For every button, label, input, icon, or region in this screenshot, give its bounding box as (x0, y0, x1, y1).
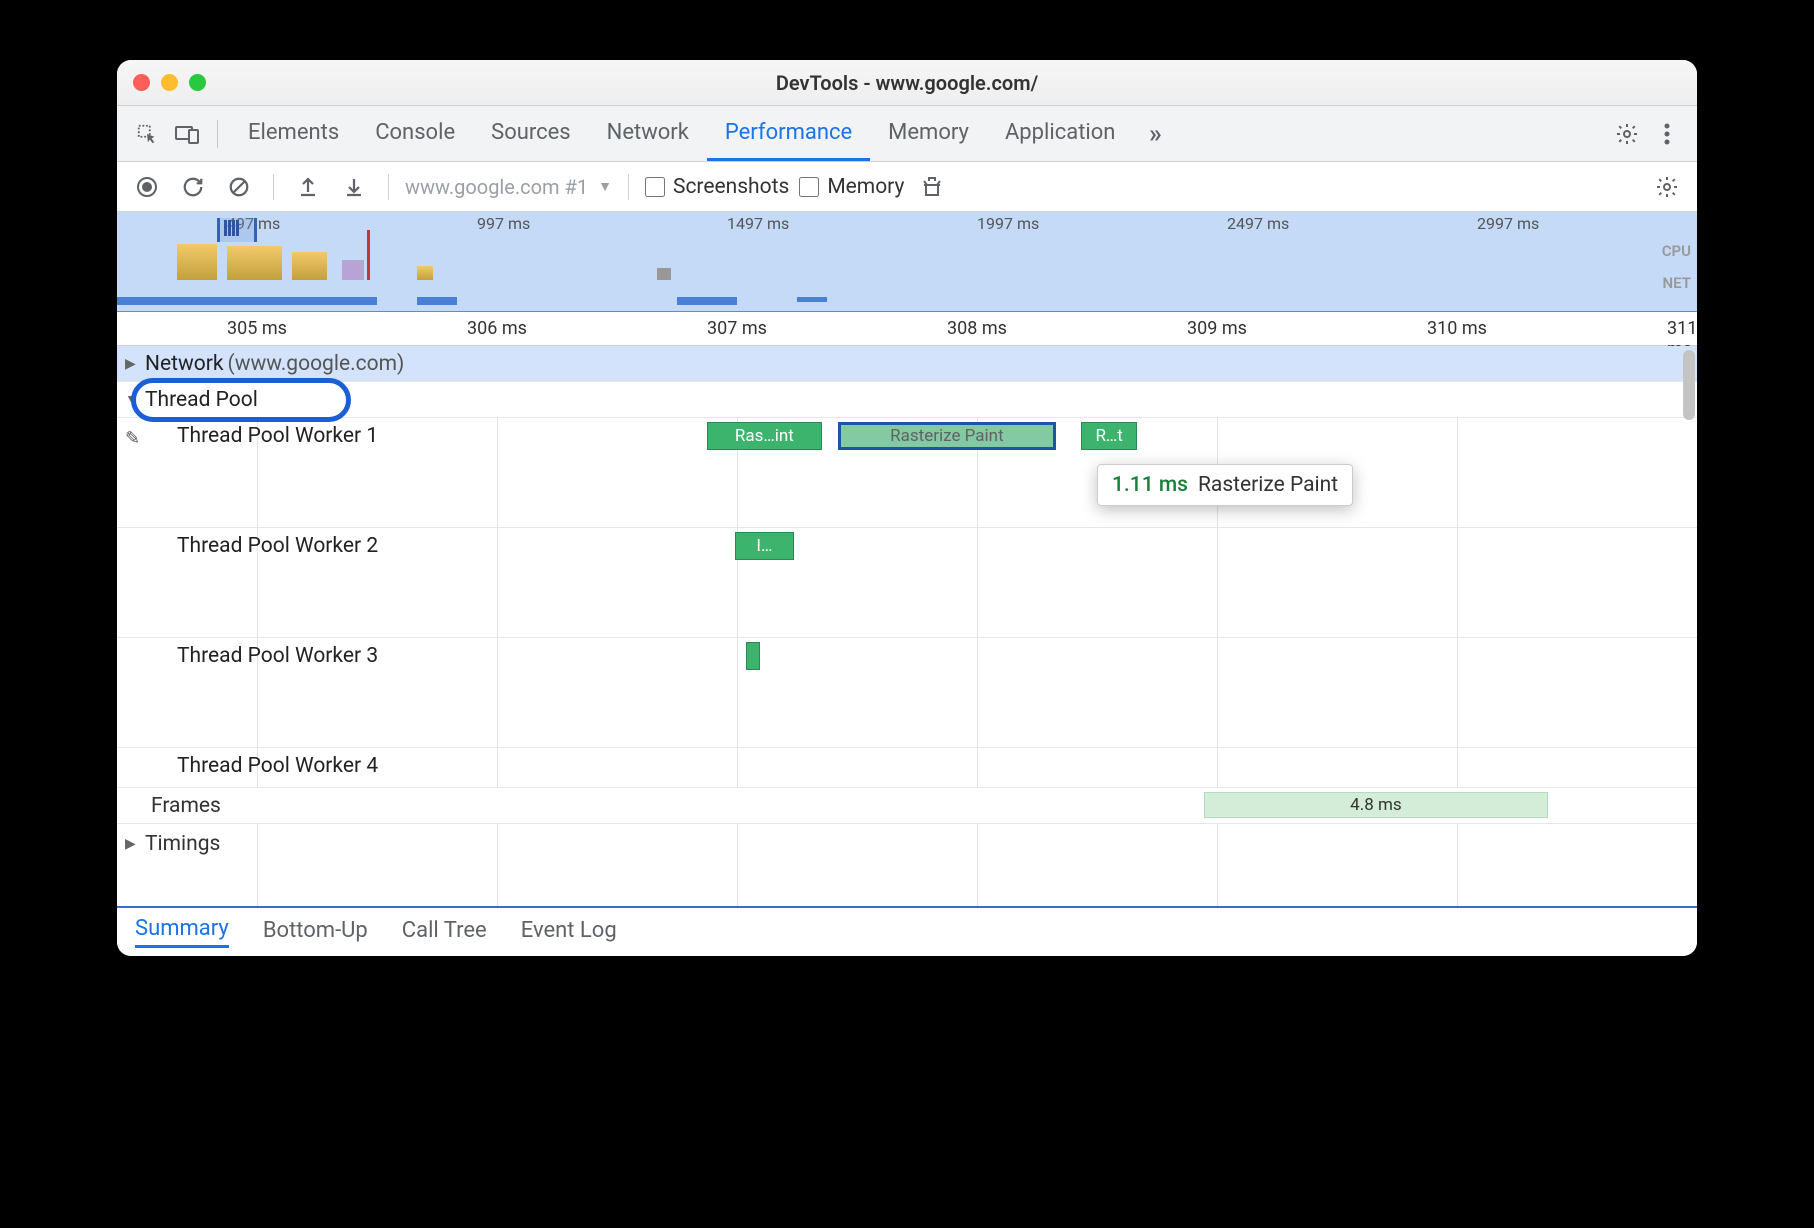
memory-checkbox-input[interactable] (799, 177, 819, 197)
network-track-header[interactable]: ▶ Network (www.google.com) (117, 346, 1697, 382)
screenshots-checkbox-input[interactable] (645, 177, 665, 197)
garbage-collect-icon[interactable] (914, 169, 950, 205)
flamechart-area[interactable]: ▶ Network (www.google.com) ▼ Thread Pool… (117, 346, 1697, 906)
tab-network[interactable]: Network (589, 106, 707, 161)
event-tooltip: 1.11 ms Rasterize Paint (1097, 464, 1353, 506)
threadpool-label: Thread Pool (145, 388, 258, 412)
download-profile-icon[interactable] (336, 169, 372, 205)
worker-lane[interactable]: Thread Pool Worker 4 (117, 748, 1697, 788)
settings-gear-icon[interactable] (1609, 116, 1645, 152)
ruler-tick: 305 ms (227, 318, 287, 339)
flamechart-ruler[interactable]: 305 ms306 ms307 ms308 ms309 ms310 ms311 … (117, 312, 1697, 346)
overview-cpu-label: CPU (1662, 242, 1691, 260)
tab-console[interactable]: Console (357, 106, 473, 161)
screenshots-checkbox[interactable]: Screenshots (645, 175, 789, 199)
ruler-tick: 307 ms (707, 318, 767, 339)
overview-tick: 1497 ms (727, 214, 789, 233)
memory-checkbox[interactable]: Memory (799, 175, 904, 199)
screenshots-label: Screenshots (673, 175, 789, 199)
details-tabs: Summary Bottom-Up Call Tree Event Log (117, 906, 1697, 956)
worker-label: Thread Pool Worker 4 (177, 754, 378, 778)
window-title: DevTools - www.google.com/ (117, 71, 1697, 95)
details-tab-summary[interactable]: Summary (135, 916, 229, 948)
separator (217, 120, 218, 148)
worker-lane[interactable]: ✎ Thread Pool Worker 1 Ras…int Rasterize Pa… (117, 418, 1697, 528)
frame-bar[interactable]: 4.8 ms (1204, 792, 1547, 818)
ruler-tick: 309 ms (1187, 318, 1247, 339)
vertical-scrollbar[interactable] (1683, 350, 1695, 420)
flame-event[interactable] (746, 642, 760, 670)
timings-track-header[interactable]: ▶ Timings (117, 824, 1697, 864)
chevron-right-icon: ▶ (125, 356, 136, 372)
worker-lane[interactable]: Thread Pool Worker 2 I… (117, 528, 1697, 638)
overview-tick: 2497 ms (1227, 214, 1289, 233)
overview-net-label: NET (1663, 274, 1691, 292)
inspect-element-icon[interactable] (129, 116, 165, 152)
chevron-down-icon: ▼ (598, 178, 612, 195)
more-tabs-button[interactable]: » (1137, 116, 1173, 152)
worker-lane[interactable]: Thread Pool Worker 3 (117, 638, 1697, 748)
timeline-overview[interactable]: 497 ms997 ms1497 ms1997 ms2497 ms2997 ms… (117, 212, 1697, 312)
worker-label: Thread Pool Worker 3 (177, 644, 378, 668)
flame-event[interactable]: R…t (1081, 422, 1137, 450)
tooltip-duration: 1.11 ms (1112, 473, 1188, 497)
network-track-suffix: (www.google.com) (228, 352, 405, 376)
memory-label: Memory (827, 175, 904, 199)
timings-label: Timings (145, 832, 220, 856)
worker-label: Thread Pool Worker 2 (177, 534, 378, 558)
devtools-window: DevTools - www.google.com/ ElementsConso… (117, 60, 1697, 956)
tab-performance[interactable]: Performance (707, 106, 870, 161)
overview-net-activity (117, 297, 1697, 305)
tab-application[interactable]: Application (987, 106, 1133, 161)
device-toolbar-icon[interactable] (169, 116, 205, 152)
details-tab-bottom-up[interactable]: Bottom-Up (263, 918, 368, 947)
chevron-down-icon: ▼ (125, 391, 139, 408)
ruler-tick: 310 ms (1427, 318, 1487, 339)
details-tab-call-tree[interactable]: Call Tree (402, 918, 487, 947)
tab-memory[interactable]: Memory (870, 106, 987, 161)
frames-track[interactable]: Frames 4.8 ms (117, 788, 1697, 824)
ruler-tick: 308 ms (947, 318, 1007, 339)
overview-selection-window[interactable] (217, 218, 257, 242)
panel-tabs: ElementsConsoleSourcesNetworkPerformance… (117, 106, 1697, 162)
ruler-tick: 306 ms (467, 318, 527, 339)
capture-settings-gear-icon[interactable] (1649, 169, 1685, 205)
kebab-menu-icon[interactable] (1649, 116, 1685, 152)
network-track-label: Network (145, 352, 224, 376)
reload-record-button[interactable] (175, 169, 211, 205)
record-button[interactable] (129, 169, 165, 205)
upload-profile-icon[interactable] (290, 169, 326, 205)
overview-tick: 2997 ms (1477, 214, 1539, 233)
frames-label: Frames (151, 794, 221, 818)
overview-cpu-activity (117, 240, 1697, 280)
threadpool-track-header[interactable]: ▼ Thread Pool (117, 382, 1697, 418)
flame-event[interactable]: Ras…int (707, 422, 822, 450)
flame-event[interactable]: I… (735, 532, 794, 560)
overview-tick: 997 ms (477, 214, 530, 233)
chevron-right-icon: ▶ (125, 836, 136, 852)
profile-selector[interactable]: www.google.com #1 ▼ (405, 175, 612, 199)
clear-button[interactable] (221, 169, 257, 205)
titlebar: DevTools - www.google.com/ (117, 60, 1697, 106)
tab-elements[interactable]: Elements (230, 106, 357, 161)
flame-event[interactable]: Rasterize Paint (838, 422, 1056, 450)
profile-selector-label: www.google.com #1 (405, 175, 588, 199)
edit-icon[interactable]: ✎ (125, 428, 140, 449)
tab-sources[interactable]: Sources (473, 106, 589, 161)
details-tab-event-log[interactable]: Event Log (521, 918, 617, 947)
overview-tick: 1997 ms (977, 214, 1039, 233)
worker-label: Thread Pool Worker 1 (177, 424, 378, 448)
tooltip-name: Rasterize Paint (1198, 473, 1338, 497)
performance-toolbar: www.google.com #1 ▼ Screenshots Memory (117, 162, 1697, 212)
